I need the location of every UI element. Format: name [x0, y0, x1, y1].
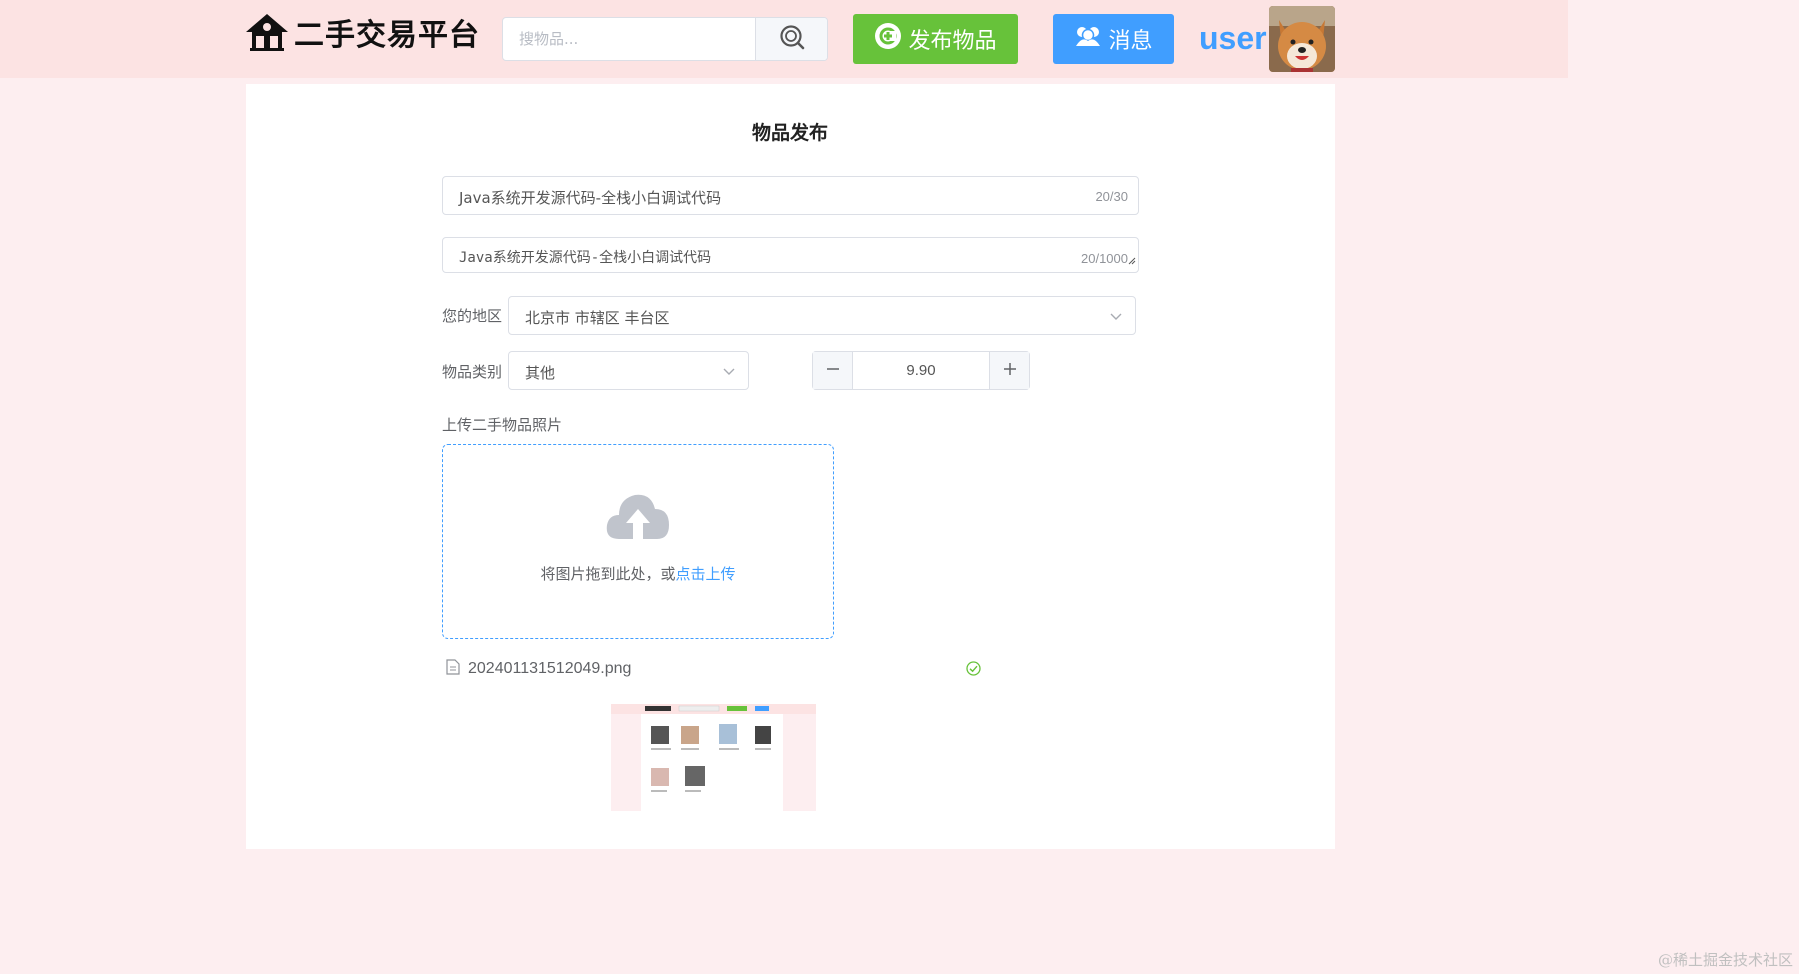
upload-hint-text: 将图片拖到此处，或 [540, 565, 676, 583]
watermark: @稀土掘金技术社区 [1657, 951, 1793, 969]
uploaded-image-preview [611, 704, 816, 811]
search-button[interactable] [755, 18, 827, 60]
document-icon [446, 658, 460, 680]
price-stepper: 9.90 [812, 351, 1030, 390]
publish-button[interactable]: 发布物品 [853, 14, 1018, 64]
message-label: 消息 [1108, 29, 1153, 54]
publish-label: 发布物品 [908, 29, 997, 54]
search-icon [779, 24, 805, 55]
search-input[interactable] [503, 18, 755, 60]
upload-hint: 将图片拖到此处，或点击上传 [443, 563, 833, 584]
decrease-button[interactable] [813, 352, 853, 389]
item-name-input[interactable]: Java系统开发源代码-全栈小白调试代码 20/30 [442, 176, 1139, 215]
top-header: 二手交易平台 发布物品 [0, 0, 1568, 78]
price-input[interactable]: 9.90 [853, 352, 989, 389]
resize-handle-icon[interactable] [1128, 252, 1136, 270]
search-bar [502, 17, 828, 61]
category-value: 其他 [525, 364, 556, 382]
upload-link[interactable]: 点击上传 [676, 565, 736, 583]
item-name-count: 20/30 [1095, 189, 1128, 204]
message-button[interactable]: 消息 [1053, 14, 1174, 64]
uploaded-file-item[interactable]: 202401131512049.png [446, 658, 986, 680]
page-title: 物品发布 [751, 122, 828, 144]
upload-label: 上传二手物品照片 [442, 416, 563, 434]
logo[interactable]: 二手交易平台 [244, 10, 480, 54]
region-value: 北京市 市辖区 丰台区 [525, 309, 670, 327]
upload-dropzone[interactable]: 将图片拖到此处，或点击上传 [442, 444, 834, 639]
region-select[interactable]: 北京市 市辖区 丰台区 [508, 296, 1136, 335]
category-label: 物品类别 [442, 363, 503, 381]
item-description-value: Java系统开发源代码-全栈小白调试代码 [459, 250, 712, 266]
check-circle-icon [966, 661, 981, 681]
item-description-count: 20/1000 [1081, 251, 1128, 266]
minus-icon [826, 359, 840, 382]
upload-cloud-icon [605, 489, 671, 548]
chevron-down-icon [1109, 310, 1123, 328]
username[interactable]: user [1199, 20, 1267, 57]
house-icon [244, 12, 290, 52]
users-icon [1074, 24, 1108, 54]
item-description-textarea[interactable]: Java系统开发源代码-全栈小白调试代码 20/1000 [442, 237, 1139, 273]
chevron-down-icon [722, 365, 736, 383]
file-name: 202401131512049.png [468, 660, 632, 677]
region-label: 您的地区 [442, 307, 503, 325]
plus-circle-icon [874, 22, 908, 56]
category-select[interactable]: 其他 [508, 351, 749, 390]
logo-text: 二手交易平台 [294, 18, 480, 53]
avatar[interactable] [1269, 6, 1335, 72]
item-name-value: Java系统开发源代码-全栈小白调试代码 [459, 189, 722, 207]
plus-icon [1003, 359, 1017, 382]
increase-button[interactable] [989, 352, 1029, 389]
